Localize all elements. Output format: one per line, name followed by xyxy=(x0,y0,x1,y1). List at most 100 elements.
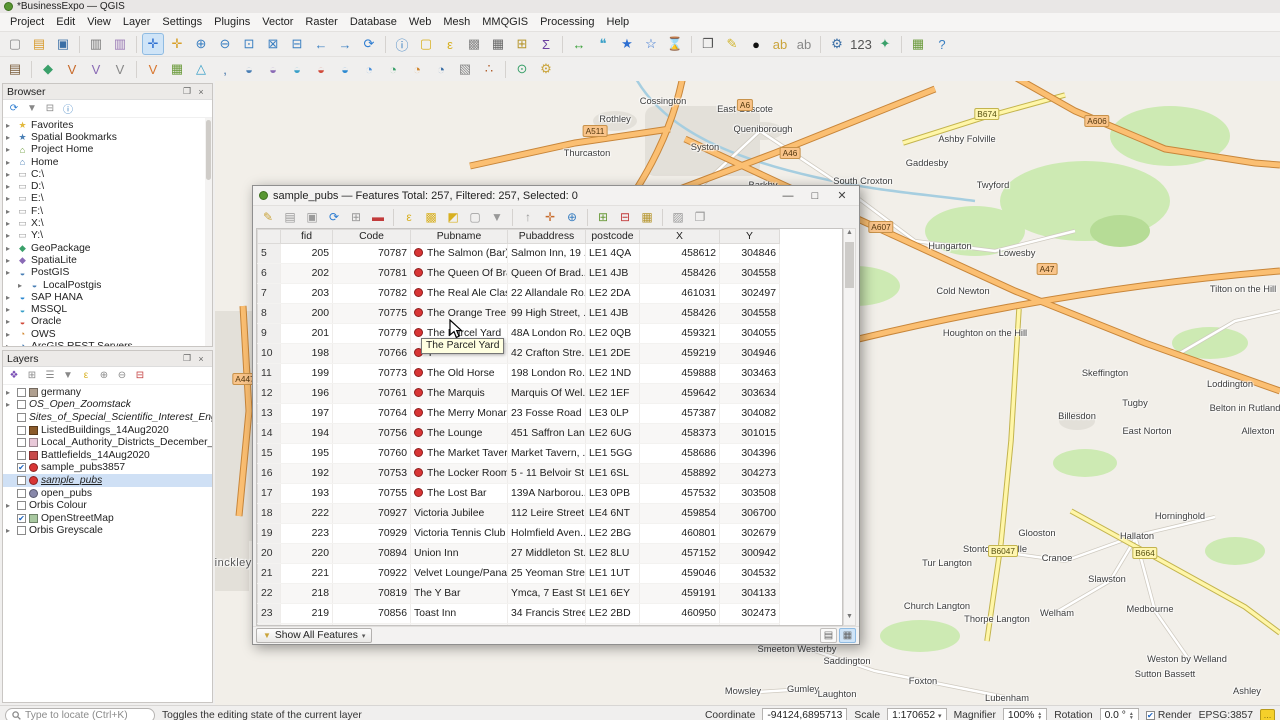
menu-view[interactable]: View xyxy=(81,15,117,29)
add-mssql-layer-icon[interactable]: ◒ xyxy=(286,58,308,80)
x-cell[interactable]: 457532 xyxy=(639,483,720,504)
coordinate-capture-icon[interactable]: 123 xyxy=(850,33,872,55)
table-row[interactable]: 1019870766T42 Crafton Stre...LE1 2DE4592… xyxy=(257,343,780,364)
browser-scrollbar[interactable] xyxy=(205,118,212,346)
pubname-cell[interactable]: The Locker Room xyxy=(410,463,508,484)
locate-search-input[interactable]: Type to locate (Ctrl+K) xyxy=(5,708,155,720)
scroll-up-icon[interactable]: ▲ xyxy=(844,229,855,241)
x-cell[interactable]: 458426 xyxy=(639,303,720,324)
datasource-manager-icon[interactable]: ▤ xyxy=(4,58,26,80)
menu-settings[interactable]: Settings xyxy=(156,15,208,29)
expand-arrow-icon[interactable]: ▸ xyxy=(6,182,14,191)
new-map-view-icon[interactable]: ❐ xyxy=(697,33,719,55)
select-by-expression-icon[interactable]: ε xyxy=(439,33,461,55)
browser-item-e[interactable]: ▸ ▭ E:\ xyxy=(3,193,212,205)
table-row[interactable]: 20 220 70894 Union Inn 27 Middleton St... LE2… xyxy=(257,543,780,564)
postcode-cell[interactable]: LE2 2DA xyxy=(585,283,640,304)
layer-item-listedbuildings-14aug2020[interactable]: ListedBuildings_14Aug2020 xyxy=(3,424,212,437)
new-field-icon[interactable]: ⊞ xyxy=(593,208,613,227)
pan-map-icon[interactable]: ✛ xyxy=(142,33,164,55)
layer-item-sites-of-special-scientific-interest-england[interactable]: Sites_of_Special_Scientific_Interest_Eng… xyxy=(3,411,212,424)
pubname-cell[interactable]: Toast Inn xyxy=(410,603,508,624)
browser-item-oracle[interactable]: ▸ ◒ Oracle xyxy=(3,316,212,328)
table-row[interactable]: 16 192 70753 The Locker Room 5 - 11 Belvoir … xyxy=(257,463,780,484)
zoom-to-selection-icon[interactable]: ⊠ xyxy=(262,33,284,55)
toggle-form-view-icon[interactable]: ▤ xyxy=(820,628,837,643)
metasearch-icon[interactable]: ● xyxy=(745,33,767,55)
mmqgis-tools-icon[interactable]: ⚙ xyxy=(535,58,557,80)
browser-item-favorites[interactable]: ▸ ★ Favorites xyxy=(3,119,212,131)
menu-processing[interactable]: Processing xyxy=(534,15,600,29)
layer-checkbox[interactable] xyxy=(17,425,26,435)
x-cell[interactable]: 457387 xyxy=(639,403,720,424)
x-cell[interactable]: 459046 xyxy=(639,563,720,584)
processing-toolbox-icon[interactable]: ⚙ xyxy=(826,33,848,55)
browser-item-project-home[interactable]: ▸ ⌂ Project Home xyxy=(3,144,212,156)
layer-item-battlefields-14aug2020[interactable]: Battlefields_14Aug2020 xyxy=(3,449,212,462)
menu-layer[interactable]: Layer xyxy=(117,15,157,29)
conditional-formatting-icon[interactable]: ▨ xyxy=(668,208,688,227)
open-attribute-table-icon[interactable]: ▦ xyxy=(487,33,509,55)
x-cell[interactable]: 458426 xyxy=(639,263,720,284)
postcode-cell[interactable]: LE1 5GG xyxy=(585,443,640,464)
y-cell[interactable]: 303463 xyxy=(719,363,780,384)
y-cell[interactable]: 304273 xyxy=(719,463,780,484)
expand-arrow-icon[interactable]: ▸ xyxy=(6,121,14,130)
deselect-all-icon[interactable]: ▩ xyxy=(463,33,485,55)
map-canvas[interactable]: Rothley Cossington East Goscote Queniboroug… xyxy=(215,81,1280,705)
table-row[interactable]: 11 199 70773 The Old Horse 198 London Ro... L… xyxy=(257,363,780,384)
invert-selection-icon[interactable]: ◩ xyxy=(443,208,463,227)
pubaddress-cell[interactable]: 99 High Street, ... xyxy=(507,303,586,324)
delete-selected-icon[interactable]: ▬ xyxy=(368,208,388,227)
app-title-bar[interactable]: *BusinessExpo — QGIS xyxy=(0,0,1280,13)
expand-arrow-icon[interactable]: ▸ xyxy=(6,388,14,397)
x-cell[interactable]: 459642 xyxy=(639,383,720,404)
postcode-cell[interactable]: LE1 2DE xyxy=(585,343,640,364)
select-features-icon[interactable]: ▢ xyxy=(415,33,437,55)
pubname-cell[interactable]: The Market Tavern xyxy=(410,443,508,464)
messages-icon[interactable]: … xyxy=(1260,709,1275,720)
layer-item-local-authority-districts-december-2019[interactable]: Local_Authority_Districts_December_2019_… xyxy=(3,436,212,449)
table-row[interactable]: 12 196 70761 The Marquis Marquis Of Wel... LE… xyxy=(257,383,780,404)
x-cell[interactable]: 459888 xyxy=(639,363,720,384)
expand-arrow-icon[interactable]: ▸ xyxy=(6,317,14,326)
x-cell[interactable]: 458612 xyxy=(639,243,720,264)
close-button[interactable]: ✕ xyxy=(831,189,853,202)
menu-mmqgis[interactable]: MMQGIS xyxy=(476,15,534,29)
y-cell[interactable]: 304055 xyxy=(719,323,780,344)
postcode-cell[interactable]: LE3 0PB xyxy=(585,483,640,504)
pubname-cell[interactable]: The Real Ale Classroom xyxy=(410,283,508,304)
menu-edit[interactable]: Edit xyxy=(50,15,81,29)
spinner-arrows-icon[interactable]: ▲ ▼ xyxy=(1129,711,1134,720)
expand-arrow-icon[interactable]: ▸ xyxy=(6,256,14,265)
zoom-out-icon[interactable]: ⊖ xyxy=(214,33,236,55)
pubaddress-cell[interactable]: Salmon Inn, 19 ... xyxy=(507,243,586,264)
maximize-button[interactable]: □ xyxy=(804,190,826,202)
table-row[interactable]: 19 223 70929 Victoria Tennis Club Holmfield … xyxy=(257,523,780,544)
pubname-cell[interactable]: The Salmon (Bar) xyxy=(410,243,508,264)
browser-item-y[interactable]: ▸ ▭ Y:\ xyxy=(3,230,212,242)
add-point-cloud-layer-icon[interactable]: ∴ xyxy=(478,58,500,80)
menu-project[interactable]: Project xyxy=(4,15,50,29)
layer-checkbox[interactable]: ✔ xyxy=(17,463,26,473)
layer-checkbox[interactable]: ✔ xyxy=(17,513,26,523)
add-wms-layer-icon[interactable]: ◔ xyxy=(358,58,380,80)
expand-arrow-icon[interactable]: ▸ xyxy=(6,145,14,154)
layer-checkbox[interactable] xyxy=(17,526,26,536)
pubaddress-cell[interactable]: Holmfield Aven... xyxy=(507,523,586,544)
postcode-cell[interactable]: LE1 4JB xyxy=(585,263,640,284)
postcode-cell[interactable]: LE2 0QB xyxy=(585,323,640,344)
x-cell[interactable]: 458892 xyxy=(639,463,720,484)
add-hana-layer-icon[interactable]: ◒ xyxy=(334,58,356,80)
spinner-arrows-icon[interactable]: ▲ ▼ xyxy=(1037,711,1042,720)
zoom-in-icon[interactable]: ⊕ xyxy=(190,33,212,55)
table-vertical-scrollbar[interactable]: ▲ ▼ xyxy=(843,228,856,626)
expand-arrow-icon[interactable]: ▸ xyxy=(6,158,14,167)
browser-filter-icon[interactable]: ▼ xyxy=(24,101,40,117)
expand-arrow-icon[interactable]: ▸ xyxy=(6,305,14,314)
expand-arrow-icon[interactable]: ▸ xyxy=(18,281,26,290)
filter-legend-icon[interactable]: ▼ xyxy=(60,368,76,384)
crs-indicator[interactable]: EPSG:3857 xyxy=(1199,710,1253,720)
multi-edit-icon[interactable]: ▤ xyxy=(280,208,300,227)
layer-checkbox[interactable] xyxy=(17,488,26,498)
